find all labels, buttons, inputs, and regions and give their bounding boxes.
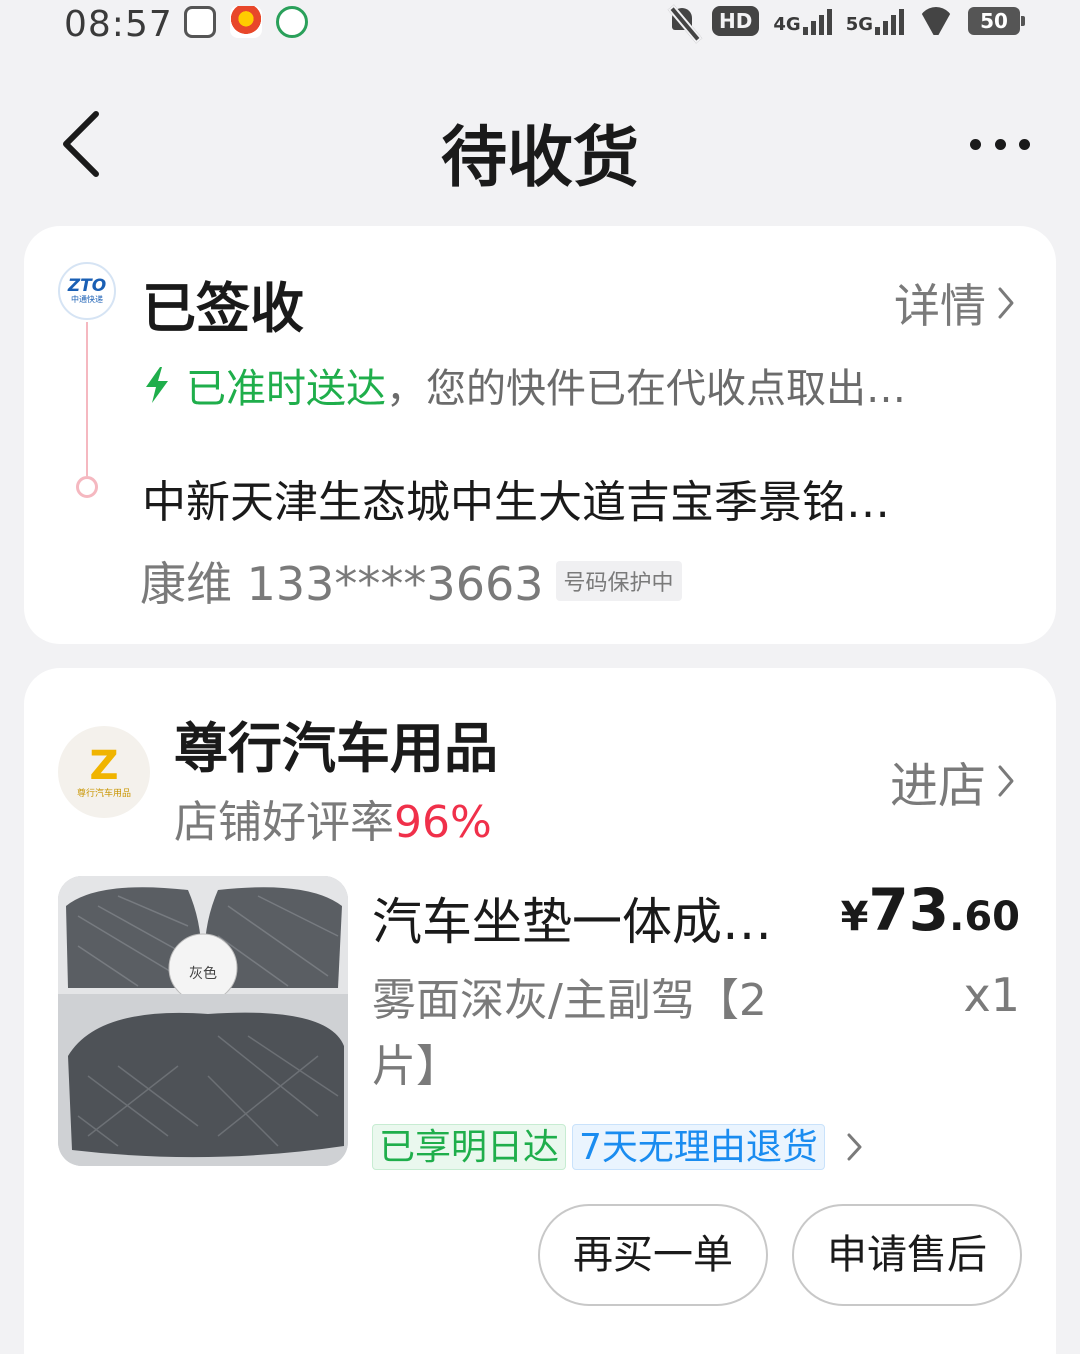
order-card: Z 尊行汽车用品 尊行汽车用品 店铺好评率96% 进店 灰色 汽车坐垫一体成… …	[24, 668, 1056, 1354]
next-day-delivery-tag: 已享明日达	[372, 1124, 567, 1170]
product-variant: 雾面深灰/主副驾【2片】	[372, 975, 767, 1092]
delivery-status-title: 已签收	[142, 277, 304, 340]
store-name[interactable]: 尊行汽车用品	[174, 704, 498, 783]
status-indicators: HD 4G 5G 50	[668, 4, 1025, 38]
page-title: 待收货	[441, 119, 639, 196]
status-message: ，您的快件已在代收点取出…	[386, 366, 906, 412]
recipient-name-phone: 康维 133****3663	[140, 557, 544, 611]
enter-store-label: 进店	[889, 758, 986, 814]
signal-5g-icon: 5G	[846, 7, 904, 35]
product-image-label: 灰色	[189, 965, 217, 982]
ontime-label: 已准时送达	[186, 366, 386, 412]
chevron-right-icon	[998, 765, 1014, 797]
timeline-dot	[76, 476, 98, 498]
chevron-right-icon	[847, 1133, 862, 1161]
enter-store-link[interactable]: 进店	[890, 746, 1016, 816]
store-logo[interactable]: Z 尊行汽车用品	[58, 726, 150, 818]
courier-logo: ZTO 中通快递	[58, 262, 116, 320]
product-price: ¥73.60	[841, 876, 1020, 944]
more-dots-icon	[970, 138, 981, 150]
after-sale-button[interactable]: 申请售后	[792, 1204, 1022, 1306]
store-logo-letter: Z	[89, 742, 119, 789]
store-rating: 店铺好评率96%	[174, 786, 492, 850]
lightning-icon	[146, 367, 168, 403]
wifi-icon	[918, 7, 954, 35]
courier-logo-text: ZTO	[67, 276, 107, 296]
details-label: 详情	[894, 279, 986, 333]
buy-again-button[interactable]: 再买一单	[538, 1204, 768, 1306]
product-quantity: x1	[963, 968, 1021, 1022]
product-image[interactable]: 灰色	[58, 876, 348, 1166]
hd-icon: HD	[712, 6, 760, 36]
mute-icon	[668, 4, 698, 38]
signal-4g-label: 4G	[773, 14, 801, 35]
price-integer: 73	[868, 876, 950, 944]
product-name[interactable]: 汽车坐垫一体成…	[372, 882, 802, 954]
status-time: 08:57	[64, 4, 173, 45]
app-notification-icon	[276, 6, 308, 38]
battery-icon: 50	[968, 7, 1025, 35]
seven-day-return-tag: 7天无理由退货	[572, 1124, 825, 1170]
chevron-right-icon	[998, 287, 1014, 319]
car-seat-cushion-image: 灰色	[58, 876, 348, 1166]
recipient-contact: 康维 133****3663 号码保护中	[140, 548, 682, 614]
signal-5g-label: 5G	[845, 14, 873, 35]
price-symbol: ¥	[840, 894, 869, 940]
status-bar: 08:57 HD 4G 5G 50	[0, 0, 1080, 52]
privacy-badge: 号码保护中	[555, 561, 682, 601]
rating-label: 店铺好评率	[174, 797, 394, 848]
notification-icons	[184, 6, 308, 38]
price-decimal: .60	[949, 894, 1020, 940]
store-logo-sub: 尊行汽车用品	[76, 788, 131, 799]
delivery-card[interactable]: ZTO 中通快递 已签收 详情 已准时送达 ，您的快件已在代收点取出… 中新天津…	[24, 226, 1056, 644]
app-notification-icon	[184, 6, 216, 38]
more-options-button[interactable]	[970, 116, 1030, 172]
rating-value: 96%	[394, 797, 492, 848]
courier-logo-sub: 中通快递	[71, 295, 103, 304]
page-header: 待收货	[0, 90, 1080, 200]
app-notification-icon	[230, 6, 262, 38]
delivery-status-line: 已准时送达 ，您的快件已在代收点取出…	[142, 356, 1022, 414]
service-tags[interactable]: 已享明日达 7天无理由退货	[372, 1124, 865, 1170]
signal-4g-icon: 4G	[773, 7, 832, 35]
details-link[interactable]: 详情	[894, 270, 1016, 336]
delivery-address: 中新天津生态城中生大道吉宝季景铭…	[142, 477, 890, 528]
timeline-line	[86, 322, 88, 476]
